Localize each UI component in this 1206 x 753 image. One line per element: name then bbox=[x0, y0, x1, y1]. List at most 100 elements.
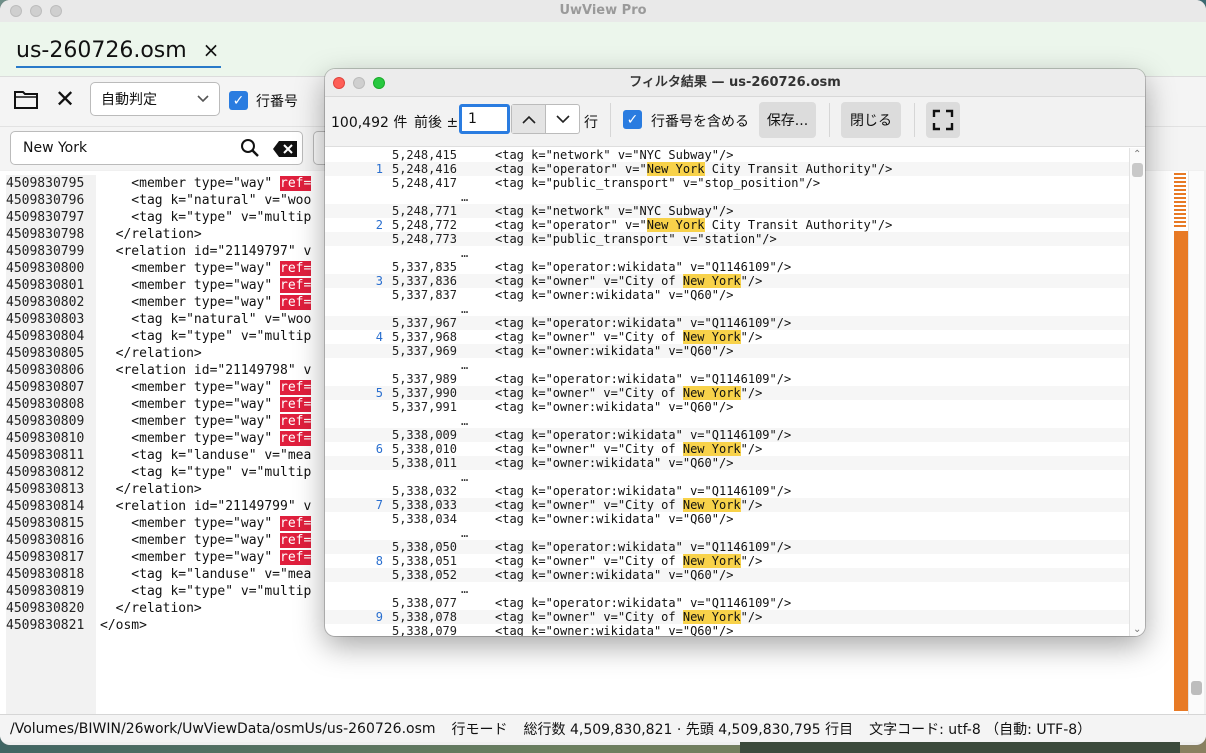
encoding-select[interactable]: 自動判定 bbox=[90, 82, 220, 116]
tab-file[interactable]: us-260726.osm × bbox=[16, 34, 222, 68]
filter-close-window-button[interactable] bbox=[333, 77, 345, 89]
editor-line[interactable]: 4509830813 </relation> bbox=[6, 481, 311, 498]
filter-minimize-window-button[interactable] bbox=[353, 77, 365, 89]
scroll-down-icon[interactable]: ⌄ bbox=[1133, 624, 1141, 635]
save-button[interactable]: 保存... bbox=[759, 102, 816, 138]
editor-line[interactable]: 4509830808 <member type="way" ref= bbox=[6, 396, 312, 413]
result-match-row[interactable]: 1 5,248,416 <tag k="operator" v="New York … bbox=[325, 162, 1129, 176]
stepper-down-icon[interactable] bbox=[546, 105, 579, 133]
result-match-row[interactable]: 5 5,337,990 <tag k="owner" v="City of New … bbox=[325, 386, 1129, 400]
zoom-window-button[interactable] bbox=[50, 5, 62, 17]
text-segment: <tag k="operator:wikidata" v="Q1146109"/… bbox=[495, 372, 792, 386]
editor-line[interactable]: 4509830810 <member type="way" ref= bbox=[6, 430, 312, 447]
result-context-row[interactable]: 5,337,969 <tag k="owner:wikidata" v="Q60"… bbox=[325, 344, 1129, 358]
result-context-row[interactable]: 5,337,837 <tag k="owner:wikidata" v="Q60"… bbox=[325, 288, 1129, 302]
search-option-field[interactable] bbox=[313, 131, 325, 165]
clear-search-icon[interactable] bbox=[272, 140, 298, 158]
result-context-row[interactable]: 5,337,835 <tag k="operator:wikidata" v="Q… bbox=[325, 260, 1129, 274]
code-text: </relation> bbox=[100, 482, 202, 497]
result-match-row[interactable]: 6 5,338,010 <tag k="owner" v="City of New … bbox=[325, 442, 1129, 456]
result-match-row[interactable]: 7 5,338,033 <tag k="owner" v="City of New … bbox=[325, 498, 1129, 512]
editor-line[interactable]: 4509830818 <tag k="landuse" v="mea bbox=[6, 566, 311, 583]
editor-line[interactable]: 4509830795 <member type="way" ref= bbox=[6, 175, 312, 192]
editor-scroll-thumb[interactable] bbox=[1191, 681, 1202, 695]
result-context-row[interactable]: 5,337,967 <tag k="operator:wikidata" v="Q… bbox=[325, 316, 1129, 330]
result-context-row[interactable]: 5,338,011 <tag k="owner:wikidata" v="Q60"… bbox=[325, 456, 1129, 470]
line-numbers-checkbox[interactable]: ✓ bbox=[229, 91, 248, 110]
editor-line[interactable]: 4509830796 <tag k="natural" v="woo bbox=[6, 192, 311, 209]
editor-scrollbar[interactable] bbox=[1188, 171, 1204, 714]
result-match-row[interactable]: 4 5,337,968 <tag k="owner" v="City of New … bbox=[325, 330, 1129, 344]
match-highlight: New York bbox=[682, 330, 741, 344]
editor-line[interactable]: 4509830806 <relation id="21149798" v bbox=[6, 362, 311, 379]
text-segment: <tag k="owner" v="City of bbox=[495, 386, 683, 400]
fullscreen-button[interactable] bbox=[926, 102, 960, 138]
result-text: <tag k="owner" v="City of New York"/> bbox=[457, 274, 762, 288]
editor-line[interactable]: 4509830814 <relation id="21149799" v bbox=[6, 498, 311, 515]
editor-line[interactable]: 4509830816 <member type="way" ref= bbox=[6, 532, 312, 549]
result-context-row[interactable]: 5,248,415 <tag k="network" v="NYC Subway"… bbox=[325, 148, 1129, 162]
filter-scrollbar[interactable]: ⌃ ⌄ bbox=[1129, 148, 1145, 636]
editor-line[interactable]: 4509830798 </relation> bbox=[6, 226, 311, 243]
editor-line[interactable]: 4509830819 <tag k="type" v="multip bbox=[6, 583, 311, 600]
text-segment: <tag k="owner:wikidata" v="Q60"/> bbox=[495, 624, 734, 636]
result-context-row[interactable]: 5,337,989 <tag k="operator:wikidata" v="Q… bbox=[325, 372, 1129, 386]
close-file-icon[interactable]: ✕ bbox=[55, 87, 75, 111]
editor-line[interactable]: 4509830803 <tag k="natural" v="woo bbox=[6, 311, 311, 328]
result-context-row[interactable]: 5,338,032 <tag k="operator:wikidata" v="Q… bbox=[325, 484, 1129, 498]
editor-line[interactable]: 4509830811 <tag k="landuse" v="mea bbox=[6, 447, 311, 464]
source-line-number: 5,338,078 bbox=[391, 610, 457, 624]
text-segment: <tag k="owner" v="City of bbox=[495, 498, 683, 512]
context-lines-input[interactable]: 1 bbox=[459, 104, 510, 134]
stepper-up-icon[interactable] bbox=[512, 105, 546, 133]
minimize-window-button[interactable] bbox=[30, 5, 42, 17]
result-context-row[interactable]: 5,338,052 <tag k="owner:wikidata" v="Q60"… bbox=[325, 568, 1129, 582]
search-hit-highlight: ref= bbox=[280, 516, 312, 531]
result-context-row[interactable]: 5,248,417 <tag k="public_transport" v="st… bbox=[325, 176, 1129, 190]
folder-icon[interactable] bbox=[14, 89, 38, 109]
editor-line[interactable]: 4509830802 <member type="way" ref= bbox=[6, 294, 312, 311]
close-button[interactable]: 閉じる bbox=[841, 102, 901, 138]
editor-line[interactable]: 4509830812 <tag k="type" v="multip bbox=[6, 464, 311, 481]
result-match-row[interactable]: 3 5,337,836 <tag k="owner" v="City of New … bbox=[325, 274, 1129, 288]
editor-line[interactable]: 4509830805 </relation> bbox=[6, 345, 311, 362]
filter-results-list[interactable]: 5,248,415 <tag k="network" v="NYC Subway"… bbox=[325, 148, 1129, 636]
editor-line[interactable]: 4509830799 <relation id="21149797" v bbox=[6, 243, 311, 260]
close-window-button[interactable] bbox=[10, 5, 22, 17]
editor-line[interactable]: 4509830807 <member type="way" ref= bbox=[6, 379, 312, 396]
include-line-numbers-checkbox[interactable]: ✓ bbox=[623, 110, 642, 129]
line-code: <tag k="natural" v="woo bbox=[96, 192, 311, 209]
search-icon[interactable] bbox=[240, 138, 260, 158]
tab-close-icon[interactable]: × bbox=[203, 38, 220, 62]
editor-line[interactable]: 4509830797 <tag k="type" v="multip bbox=[6, 209, 311, 226]
result-context-row[interactable]: 5,337,991 <tag k="owner:wikidata" v="Q60"… bbox=[325, 400, 1129, 414]
editor-line[interactable]: 4509830800 <member type="way" ref= bbox=[6, 260, 312, 277]
editor-line[interactable]: 4509830821 </osm> bbox=[6, 617, 311, 634]
result-match-row[interactable]: 9 5,338,078 <tag k="owner" v="City of New … bbox=[325, 610, 1129, 624]
result-context-row[interactable]: 5,338,050 <tag k="operator:wikidata" v="Q… bbox=[325, 540, 1129, 554]
main-titlebar: UwView Pro bbox=[0, 0, 1206, 22]
editor-line[interactable]: 4509830804 <tag k="type" v="multip bbox=[6, 328, 311, 345]
editor-line[interactable]: 4509830820 </relation> bbox=[6, 600, 311, 617]
result-match-row[interactable]: 2 5,248,772 <tag k="operator" v="New York … bbox=[325, 218, 1129, 232]
editor-line[interactable]: 4509830809 <member type="way" ref= bbox=[6, 413, 312, 430]
line-number: 4509830804 bbox=[6, 328, 96, 345]
editor-line[interactable]: 4509830815 <member type="way" ref= bbox=[6, 515, 312, 532]
result-context-row[interactable]: 5,338,009 <tag k="operator:wikidata" v="Q… bbox=[325, 428, 1129, 442]
filter-scroll-thumb[interactable] bbox=[1132, 163, 1143, 177]
editor-line[interactable]: 4509830817 <member type="way" ref= bbox=[6, 549, 312, 566]
editor-line[interactable]: 4509830801 <member type="way" ref= bbox=[6, 277, 312, 294]
result-context-row[interactable]: 5,338,034 <tag k="owner:wikidata" v="Q60"… bbox=[325, 512, 1129, 526]
filter-zoom-window-button[interactable] bbox=[373, 77, 385, 89]
result-context-row[interactable]: 5,248,771 <tag k="network" v="NYC Subway"… bbox=[325, 204, 1129, 218]
minimap[interactable] bbox=[1174, 171, 1188, 714]
result-match-row[interactable]: 8 5,338,051 <tag k="owner" v="City of New … bbox=[325, 554, 1129, 568]
result-text: <tag k="owner:wikidata" v="Q60"/> bbox=[457, 512, 733, 526]
result-context-row[interactable]: 5,338,077 <tag k="operator:wikidata" v="Q… bbox=[325, 596, 1129, 610]
context-stepper[interactable] bbox=[511, 104, 580, 134]
result-context-row[interactable]: 5,248,773 <tag k="public_transport" v="st… bbox=[325, 232, 1129, 246]
encoding-select-value: 自動判定 bbox=[101, 92, 157, 108]
line-number: 4509830798 bbox=[6, 226, 96, 243]
result-context-row[interactable]: 5,338,079 <tag k="owner:wikidata" v="Q60"… bbox=[325, 624, 1129, 636]
scroll-up-icon[interactable]: ⌃ bbox=[1133, 149, 1141, 160]
